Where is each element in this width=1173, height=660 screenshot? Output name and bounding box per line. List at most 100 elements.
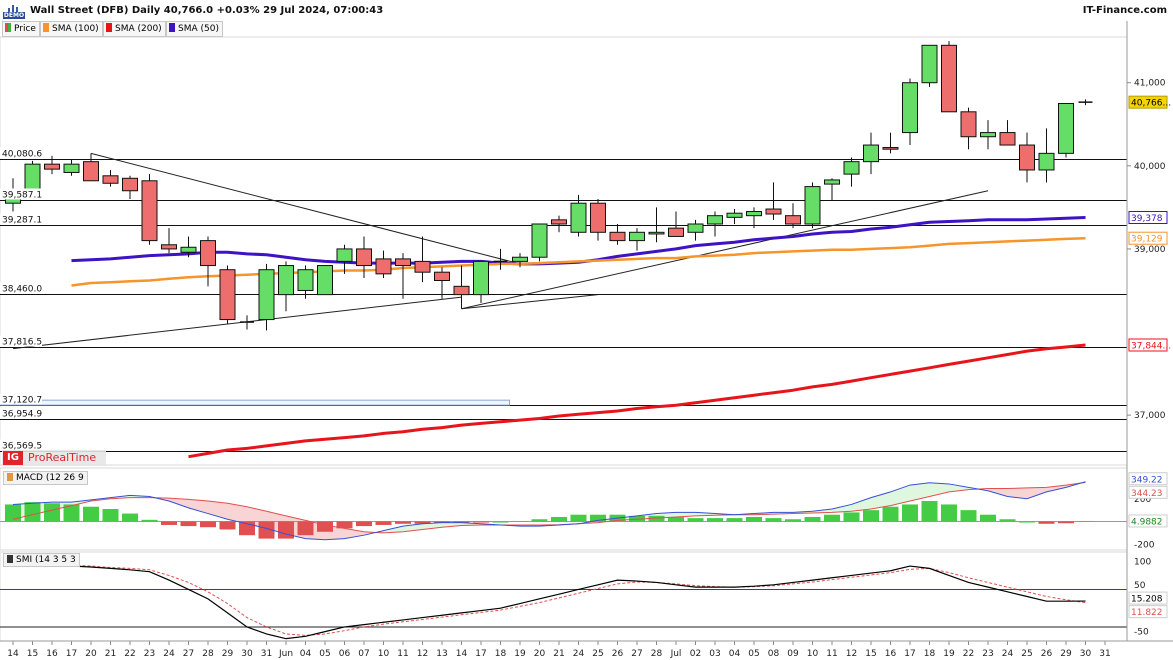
candle-body — [200, 240, 216, 267]
candle — [921, 44, 938, 87]
x-tick-label: 25 — [1021, 649, 1032, 659]
x-tick-label: 27 — [183, 649, 194, 659]
x-tick-label: 15 — [865, 649, 876, 659]
x-tick-label: 20 — [534, 649, 546, 659]
x-tick-label: 17 — [475, 649, 486, 659]
candle-body — [180, 246, 197, 253]
macd-histogram-bar — [297, 521, 314, 536]
macd-histogram-bar — [960, 510, 977, 522]
chart-window: 14 15 16 17 20 21 22 23 24 27 28 29 30 31 Jun 04 05 06 07 1… — [0, 0, 1173, 660]
sma-200-swatch-icon — [106, 23, 112, 32]
candle-body — [336, 248, 353, 262]
x-tick-label: 19 — [514, 649, 526, 659]
x-tick-label: 31 — [1099, 649, 1110, 659]
macd-histogram-bar — [83, 506, 99, 522]
candle-body — [83, 161, 99, 182]
candle-body — [980, 132, 996, 138]
macd-value-badge: 4.9882 — [1131, 517, 1163, 527]
candle-body — [551, 219, 567, 225]
x-tick-label: 28 — [202, 649, 214, 659]
x-tick-label: 24 — [1002, 649, 1014, 659]
candle-body — [863, 144, 879, 163]
macd-histogram-bar — [1058, 521, 1074, 524]
candle-body — [375, 258, 392, 275]
chart-canvas: 14 15 16 17 20 21 22 23 24 27 28 29 30 31 Jun 04 05 06 07 1… — [0, 21, 1173, 659]
x-tick-label: 09 — [787, 649, 799, 659]
macd-histogram-bar — [512, 520, 528, 522]
smi-panel-title: SMI (14 3 5 3 — [3, 553, 80, 567]
macd-histogram-bar — [317, 521, 333, 532]
candle-body — [941, 44, 957, 113]
macd-histogram-bar — [122, 513, 138, 522]
macd-histogram-bar — [843, 512, 860, 522]
macd-histogram-bar — [765, 518, 782, 522]
level-label: 37,816.5 — [2, 338, 42, 348]
macd-histogram-bar — [1077, 520, 1094, 522]
candle-body — [473, 260, 489, 296]
y-tick-label: 39,000 — [1134, 245, 1166, 255]
candle-body — [1058, 102, 1074, 154]
candle-body — [843, 161, 860, 175]
macd-histogram-bar — [141, 519, 158, 522]
x-tick-label: 12 — [417, 649, 428, 659]
candle-body — [414, 260, 431, 273]
macd-y-tick-label: -200 — [1134, 540, 1155, 550]
x-tick-label: 10 — [807, 649, 819, 659]
prorealtime-watermark: IG ProRealTime — [2, 450, 106, 466]
macd-histogram-bar — [180, 521, 197, 527]
candle-body — [317, 265, 333, 296]
level-label: 40,080.6 — [2, 150, 42, 160]
macd-histogram-bar — [102, 509, 119, 522]
legend-item-sma-200[interactable]: SMA (200) — [103, 21, 166, 37]
x-tick-label: 24 — [573, 649, 585, 659]
legend-item-sma-50[interactable]: SMA (50) — [166, 21, 223, 37]
candle-body — [707, 215, 723, 225]
level-label: 39,287.1 — [2, 216, 42, 226]
x-tick-label: 11 — [397, 649, 408, 659]
candle-body — [785, 215, 801, 225]
legend-item-sma-100[interactable]: SMA (100) — [40, 21, 103, 37]
macd-panel-title: MACD (12 26 9 — [3, 471, 88, 485]
x-tick-label: 12 — [846, 649, 857, 659]
macd-histogram-bar — [824, 514, 840, 522]
candle-body — [590, 202, 606, 233]
ig-logo-icon: IG — [3, 451, 23, 465]
legend-item-price[interactable]: Price — [2, 21, 40, 37]
candle — [141, 174, 158, 245]
x-tick-label: 05 — [319, 649, 330, 659]
candle-body — [161, 244, 177, 250]
candle-body — [258, 269, 275, 321]
price-value-badge: 37,844... — [1131, 341, 1171, 351]
x-tick-label: 10 — [378, 649, 390, 659]
x-tick-label: 26 — [612, 649, 624, 659]
candle-body — [102, 175, 119, 184]
grid-layer — [0, 36, 1128, 645]
candle-body — [24, 163, 41, 192]
macd-histogram-bar — [1019, 521, 1035, 523]
macd-histogram-bar — [278, 521, 294, 539]
candle-body — [44, 163, 60, 170]
x-tick-label: Jul — [670, 649, 682, 659]
x-tick-label: 23 — [144, 649, 155, 659]
sma-50-swatch-icon — [169, 23, 175, 32]
demo-label: DEMO — [3, 12, 25, 19]
zone-rectangle — [0, 399, 510, 406]
x-tick-label: 29 — [222, 649, 234, 659]
candle-body — [453, 285, 470, 296]
x-tick-label: 21 — [105, 649, 116, 659]
candle-body — [531, 223, 548, 258]
watermark-label: ProRealTime — [28, 451, 97, 464]
macd-histogram-bar — [746, 516, 762, 522]
candle-body — [609, 231, 626, 242]
x-tick-label: 22 — [124, 649, 135, 659]
x-tick-label: 28 — [651, 649, 663, 659]
candle-body — [1019, 144, 1035, 171]
candle-body — [960, 111, 977, 138]
x-tick-label: 30 — [241, 649, 253, 659]
candle — [531, 223, 548, 262]
x-tick-label: 18 — [924, 649, 936, 659]
x-tick-label: 31 — [261, 649, 272, 659]
x-tick-label: 26 — [1041, 649, 1053, 659]
smi-icon — [7, 555, 13, 563]
macd-histogram-bar — [921, 501, 938, 522]
